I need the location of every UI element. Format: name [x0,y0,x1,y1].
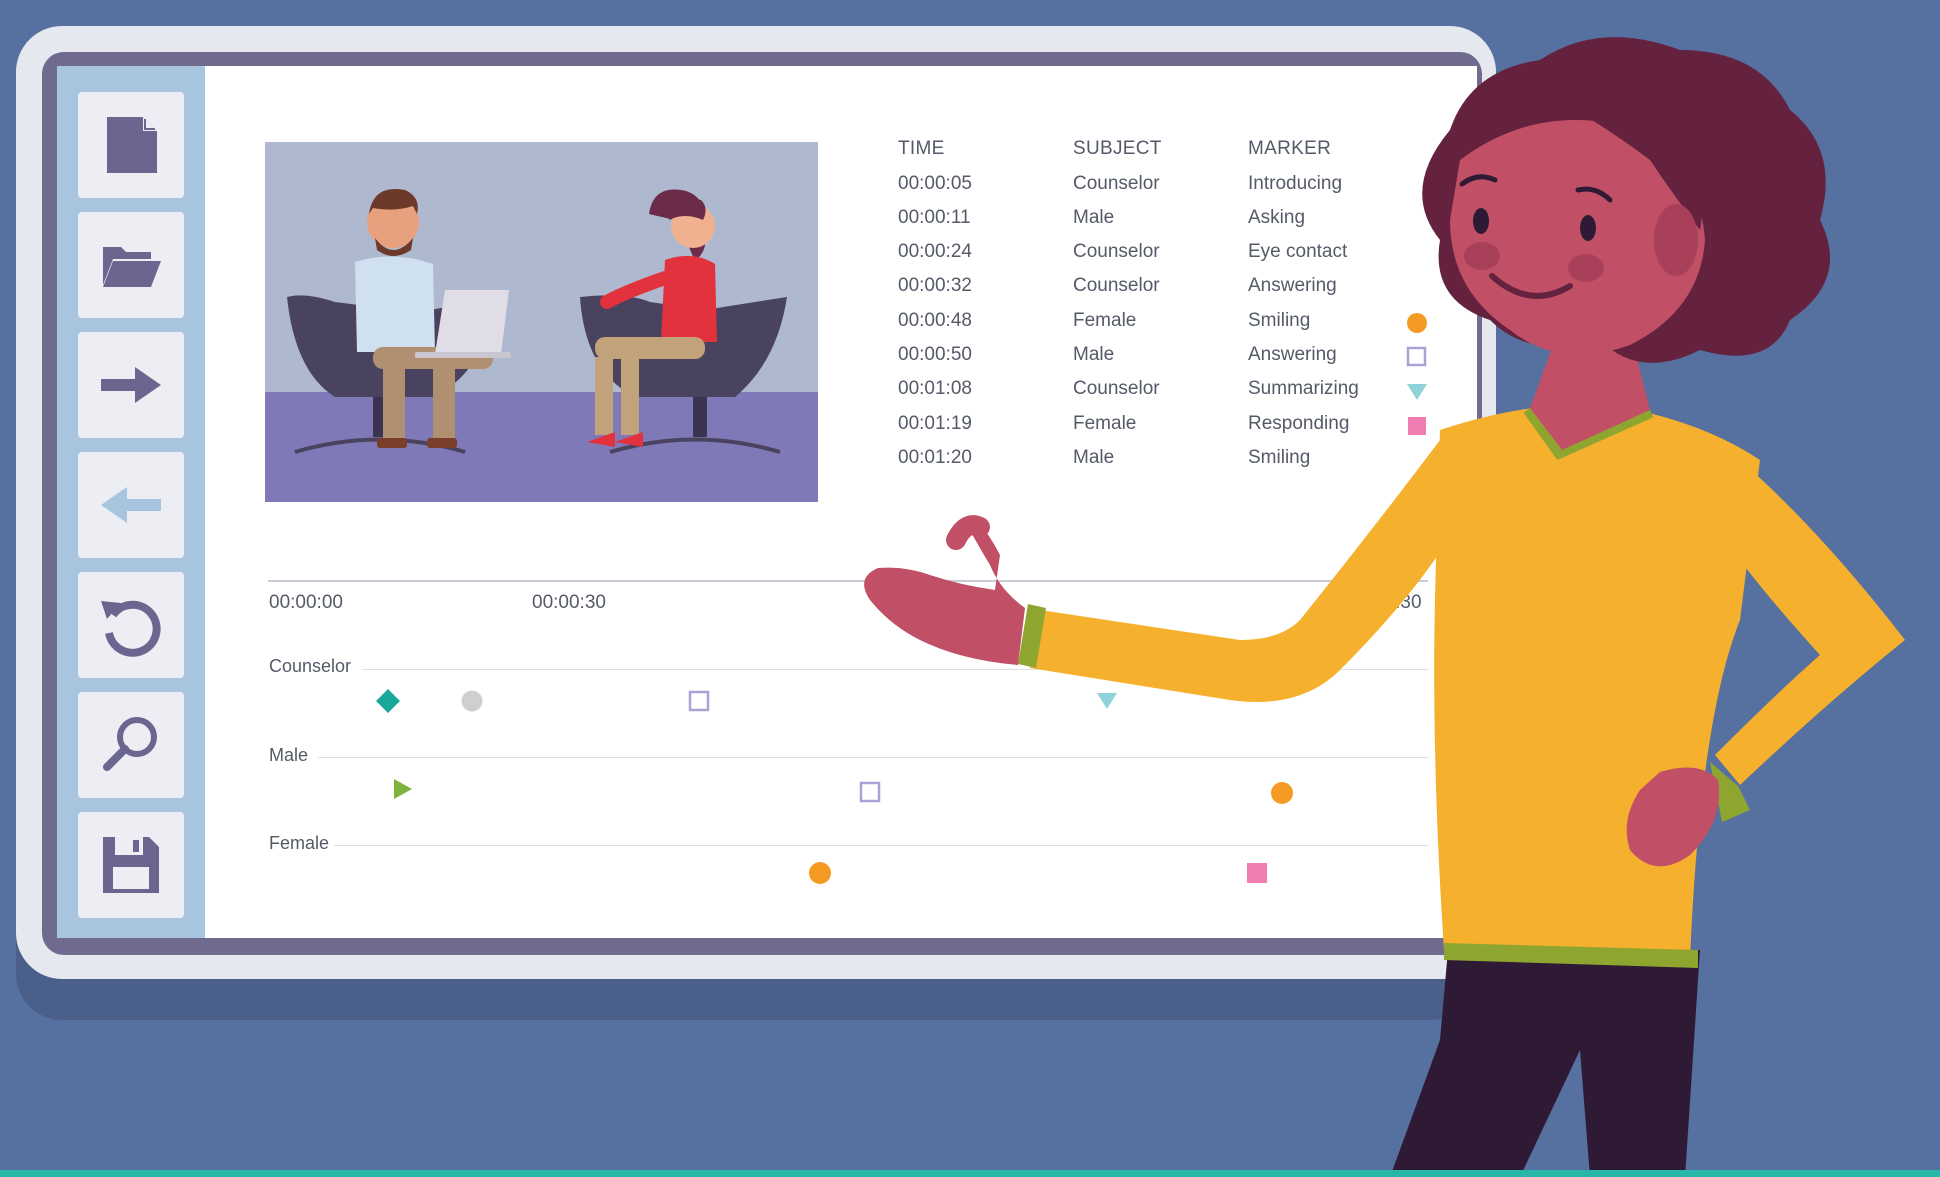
row-subject: Counselor [1073,275,1160,296]
row-subject: Counselor [1073,241,1160,262]
refresh-icon [101,600,161,657]
row-subject: Male [1073,447,1115,468]
forward-arrow-icon [101,367,161,403]
search-button[interactable] [78,692,184,798]
table-header-marker: MARKER [1248,138,1332,159]
track-label-male: Male [269,745,309,765]
row-subject: Female [1073,413,1137,434]
cyan-triangle-marker-icon[interactable] [1094,688,1120,714]
row-marker: Smiling [1248,447,1311,468]
lavender-square-marker-icon [1406,346,1427,367]
green-triangle-marker-icon[interactable] [390,776,416,802]
row-time: 00:00:05 [898,173,972,194]
row-subject: Male [1073,344,1115,365]
tick-label: 01:30 [1374,592,1422,613]
row-marker: Answering [1248,275,1337,296]
save-icon [103,837,159,893]
forward-button[interactable] [78,332,184,438]
cyan-triangle-marker-icon [1407,384,1427,400]
row-subject: Male [1073,207,1115,228]
track-line-male [318,757,1428,758]
row-subject: Female [1073,310,1137,331]
tick-label: 00:00:30 [532,592,606,613]
row-marker: Answering [1248,344,1337,365]
gray-circle-marker-icon[interactable] [459,688,485,714]
new-file-button[interactable] [78,92,184,198]
row-subject: Counselor [1073,378,1160,399]
new-file-icon [107,117,157,173]
pink-square-marker-icon[interactable] [1244,860,1270,886]
track-label-female: Female [269,833,330,853]
teal-diamond-marker-icon[interactable] [374,687,402,715]
row-time: 00:00:32 [898,275,972,296]
open-folder-icon [103,247,161,287]
row-marker: Smiling [1248,310,1311,331]
row-subject: Counselor [1073,173,1160,194]
bottom-accent-strip [0,1170,1940,1177]
row-marker: Asking [1248,207,1306,228]
search-icon [103,717,157,771]
track-label-counselor: Counselor [269,656,352,676]
video-preview[interactable] [265,142,818,502]
row-time: 00:01:20 [898,447,972,468]
open-folder-button[interactable] [78,212,184,318]
tick-label: 00:00:00 [269,592,343,613]
row-time: 00:00:48 [898,310,972,331]
timeline-axis[interactable] [268,580,1428,582]
row-time: 00:00:24 [898,241,972,262]
orange-circle-marker-icon [1407,313,1427,333]
back-button[interactable] [78,452,184,558]
row-time: 00:00:50 [898,344,972,365]
table-header-subject: SUBJECT [1073,138,1162,159]
lavender-square-marker-icon[interactable] [857,779,883,805]
row-time: 00:01:19 [898,413,972,434]
table-header-time: TIME [898,138,945,159]
refresh-button[interactable] [78,572,184,678]
row-marker: Eye contact [1248,241,1348,262]
row-time: 00:00:11 [898,207,971,228]
back-arrow-icon [101,487,161,523]
counseling-session-illustration [265,142,818,502]
track-line-female [334,845,1428,846]
row-marker: Responding [1248,413,1350,434]
track-line-counselor [362,669,1428,670]
row-time: 00:01:08 [898,378,972,399]
orange-circle-marker-icon[interactable] [807,860,833,886]
row-marker: Summarizing [1248,378,1359,399]
presentation-scene: TIME SUBJECT MARKER 00:00:05 Counselor I… [0,0,1940,1177]
row-marker: Introducing [1248,173,1343,194]
pink-square-marker-icon [1408,417,1426,435]
save-button[interactable] [78,812,184,918]
orange-circle-marker-icon[interactable] [1269,780,1295,806]
lavender-square-marker-icon[interactable] [686,688,712,714]
